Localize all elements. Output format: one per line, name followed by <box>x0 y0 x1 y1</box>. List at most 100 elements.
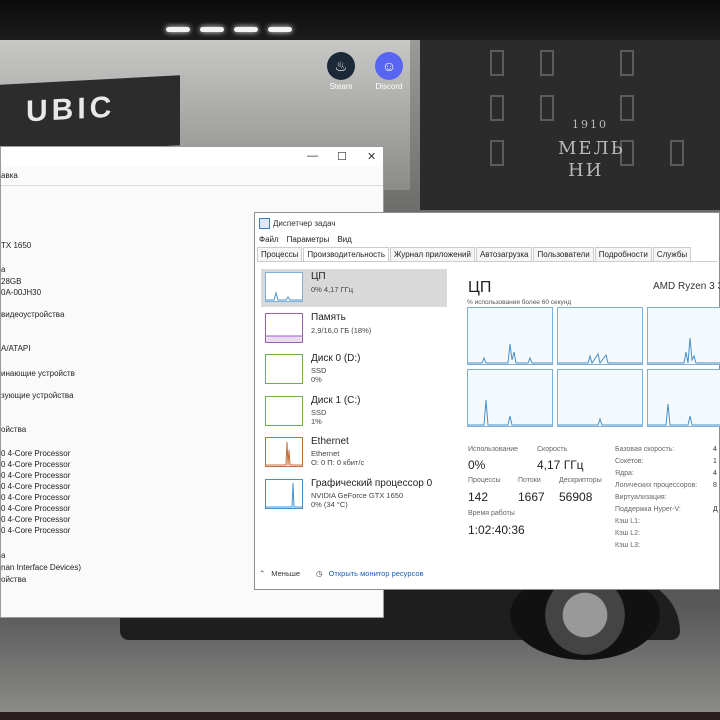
cache-l3-label: Кэш L3: <box>615 542 640 549</box>
menu-item-help[interactable]: авка <box>1 171 18 180</box>
resource-detail: О: 0 П: 0 кбит/с <box>311 458 365 467</box>
chevron-up-icon[interactable]: ⌃ <box>259 569 265 578</box>
device-tree-item[interactable]: инающие устройств <box>1 369 75 378</box>
device-tree-item[interactable]: ойства <box>1 575 26 584</box>
device-tree-item[interactable]: 0 4-Core Processor <box>1 460 70 469</box>
hyperv-value: Д <box>713 506 718 513</box>
cores-label: Ядра: <box>615 470 634 477</box>
processes-value: 142 <box>468 490 489 504</box>
device-tree-item[interactable]: 0A-00JH30 <box>1 288 41 297</box>
resource-detail: 1% <box>311 417 322 426</box>
core-graph <box>467 369 553 427</box>
resource-monitor-icon: ◷ <box>316 569 323 578</box>
uptime-label: Время работы <box>468 510 515 517</box>
task-manager-footer: ⌃ Меньше ◷ Открыть монитор ресурсов <box>259 569 424 578</box>
graph-caption: % использования более 60 секунд <box>467 299 572 306</box>
resource-item-ethernet[interactable]: Ethernet Ethernet О: 0 П: 0 кбит/с <box>261 434 447 472</box>
desktop-icon-steam[interactable]: ♨ Steam <box>321 52 361 91</box>
device-tree-item[interactable]: 0 4-Core Processor <box>1 471 70 480</box>
device-tree-item[interactable]: 28GB <box>1 277 21 286</box>
tab-details[interactable]: Подробности <box>594 247 652 261</box>
monitor-bezel <box>0 0 720 40</box>
tab-bar: Процессы Производительность Журнал прило… <box>257 247 717 262</box>
tab-services[interactable]: Службы <box>652 247 692 261</box>
device-tree-item[interactable]: 0 4-Core Processor <box>1 526 70 535</box>
task-manager-window: Диспетчер задач Файл Параметры Вид Проце… <box>254 212 720 590</box>
window-titlebar: Диспетчер задач <box>259 218 336 229</box>
device-tree-item[interactable]: ойства <box>1 425 26 434</box>
base-speed-label: Базовая скорость: <box>615 446 675 453</box>
resource-item-memory[interactable]: Память 2,9/16,0 ГБ (18%) <box>261 310 447 348</box>
desktop-icon-discord[interactable]: ☺ Discord <box>369 52 409 91</box>
tab-performance[interactable]: Производительность <box>303 247 389 261</box>
menu-item-view[interactable]: Вид <box>337 235 351 244</box>
menu-bar: авка <box>1 167 383 186</box>
tab-users[interactable]: Пользователи <box>533 247 594 261</box>
core-graph <box>467 307 553 365</box>
resource-name: ЦП <box>311 271 326 282</box>
device-tree-item[interactable]: видеоустройства <box>1 310 64 319</box>
sockets-label: Сокетов: <box>615 458 644 465</box>
resource-detail: 0% (34 °C) <box>311 500 348 509</box>
cache-l2-label: Кэш L2: <box>615 530 640 537</box>
threads-label: Потоки <box>518 477 541 484</box>
resource-detail: SSD <box>311 366 327 375</box>
device-tree-item[interactable]: TX 1650 <box>1 241 31 250</box>
resource-detail: 0% <box>311 375 322 384</box>
open-resource-monitor-link[interactable]: Открыть монитор ресурсов <box>329 569 424 578</box>
wallpaper-sign: UBIC <box>0 75 180 155</box>
maximize-icon[interactable]: ☐ <box>337 150 347 163</box>
close-icon[interactable]: ✕ <box>367 150 376 163</box>
device-tree-item[interactable]: зующие устройства <box>1 391 74 400</box>
handles-value: 56908 <box>559 490 593 504</box>
resource-name: Ethernet <box>311 436 349 447</box>
tab-app-history[interactable]: Журнал приложений <box>390 247 475 261</box>
building-sign: МЕЛЬ <box>558 138 625 159</box>
resource-item-disk0[interactable]: Диск 0 (D:) SSD 0% <box>261 351 447 389</box>
hyperv-label: Поддержка Hyper-V: <box>615 506 681 513</box>
resource-detail: NVIDIA GeForce GTX 1650 <box>311 491 404 500</box>
desktop-icon-label: Steam <box>329 82 353 91</box>
resource-item-disk1[interactable]: Диск 1 (C:) SSD 1% <box>261 393 447 431</box>
device-tree-item[interactable]: 0 4-Core Processor <box>1 515 70 524</box>
speed-value: 4,17 ГГц <box>537 458 584 472</box>
tab-processes[interactable]: Процессы <box>257 247 303 261</box>
resource-item-cpu[interactable]: ЦП 0% 4,17 ГГц <box>261 269 447 307</box>
speed-label: Скорость <box>537 446 568 453</box>
device-tree-item[interactable]: A/ATAPI <box>1 344 31 353</box>
usage-value: 0% <box>468 458 486 472</box>
resource-item-gpu[interactable]: Графический процессор 0 NVIDIA GeForce G… <box>261 476 447 514</box>
tab-startup[interactable]: Автозагрузка <box>475 247 533 261</box>
menu-item-options[interactable]: Параметры <box>287 235 330 244</box>
device-tree-item[interactable]: а <box>1 265 5 274</box>
discord-icon: ☺ <box>375 52 403 80</box>
core-graph <box>557 369 643 427</box>
taskbar <box>0 712 720 720</box>
device-tree-item[interactable]: 0 4-Core Processor <box>1 504 70 513</box>
cpu-model: AMD Ryzen 3 3 <box>653 281 720 292</box>
device-tree-item[interactable]: nan Interface Devices) <box>1 563 81 572</box>
disk-thumbnail-graph <box>265 396 303 426</box>
base-speed-value: 4 <box>713 446 717 453</box>
task-manager-icon <box>259 218 270 229</box>
core-graph <box>557 307 643 365</box>
cpu-thumbnail-graph <box>265 272 303 302</box>
device-tree-item[interactable]: а <box>1 551 5 560</box>
ethernet-thumbnail-graph <box>265 437 303 467</box>
handles-label: Дескрипторы <box>559 477 602 484</box>
menu-item-file[interactable]: Файл <box>259 235 279 244</box>
device-tree-item[interactable]: 0 4-Core Processor <box>1 493 70 502</box>
building-year: 1910 <box>572 118 608 131</box>
desktop-icon-label: Discord <box>375 82 403 91</box>
resource-detail: 0% 4,17 ГГц <box>311 285 354 294</box>
window-title: Диспетчер задач <box>273 219 336 228</box>
fewer-details-button[interactable]: Меньше <box>271 569 300 578</box>
steam-icon: ♨ <box>327 52 355 80</box>
device-tree-item[interactable]: 0 4-Core Processor <box>1 482 70 491</box>
device-tree-item[interactable]: 0 4-Core Processor <box>1 449 70 458</box>
reflection-light <box>234 27 258 32</box>
threads-value: 1667 <box>518 490 545 504</box>
sockets-value: 1 <box>713 458 717 465</box>
minimize-icon[interactable]: — <box>307 150 318 162</box>
logical-processors-value: 8 <box>713 482 717 489</box>
